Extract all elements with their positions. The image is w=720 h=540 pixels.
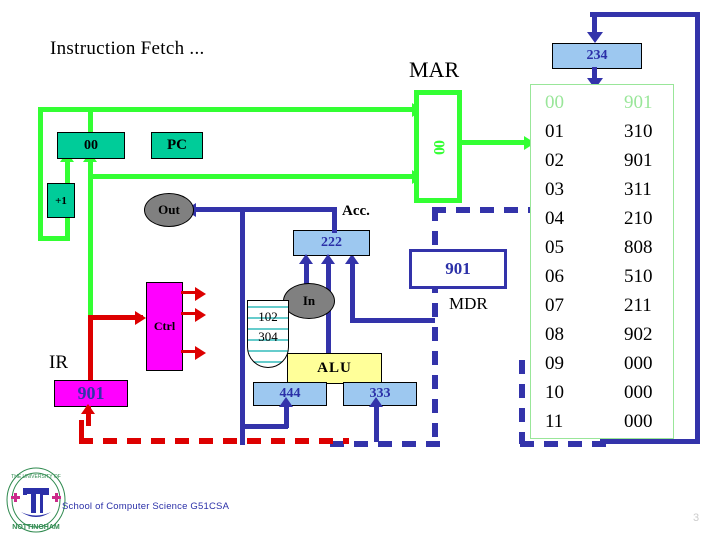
control-unit-label: Ctrl xyxy=(153,319,176,333)
memory-row-value: 901 xyxy=(624,150,653,171)
accumulator-label: Acc. xyxy=(342,203,370,219)
data-bus-bottom-right-elbow xyxy=(600,439,700,444)
control-signal-arrow-1-icon xyxy=(195,287,206,301)
logo: THE UNIVERSITY OF NOTTINGHAM xyxy=(5,466,67,534)
alu-box[interactable]: ALU xyxy=(287,353,382,384)
address-bus-top-rail xyxy=(38,107,418,112)
address-bus-second-rail xyxy=(88,174,418,179)
in-label: In xyxy=(302,293,316,308)
memory-table[interactable]: 00 901 01 310 02 901 03 311 04 210 05 808 06 510 07 211… xyxy=(530,84,674,439)
memory-row-address: 03 xyxy=(545,179,564,200)
pc-value: 00 xyxy=(84,137,98,153)
data-bus-dashed-vertical-right xyxy=(519,360,525,444)
memory-row-value: 000 xyxy=(624,353,653,374)
ir-value: 901 xyxy=(77,383,105,403)
memory-row-address: 05 xyxy=(545,237,564,258)
mdr-to-acc-vertical xyxy=(350,262,355,323)
memory-row-address: 00 xyxy=(545,92,564,113)
mar-box[interactable]: 00 xyxy=(414,90,462,203)
ir-input-arrow-icon xyxy=(81,404,95,414)
ir-to-ctrl-vertical xyxy=(88,315,93,380)
in-to-acc-arrow-icon xyxy=(299,254,313,264)
memory-row-value: 808 xyxy=(624,237,653,258)
mdr-box[interactable]: 901 xyxy=(409,249,507,289)
incrementer-label: +1 xyxy=(55,194,67,207)
input-paper: 102 304 xyxy=(247,300,289,368)
memory-row-value: 000 xyxy=(624,382,653,403)
memory-row-address: 06 xyxy=(545,266,564,287)
ir-box[interactable]: 901 xyxy=(54,380,128,407)
memory-row-value: 902 xyxy=(624,324,653,345)
university-crest-icon: THE UNIVERSITY OF NOTTINGHAM xyxy=(6,467,66,533)
memory-row-address: 10 xyxy=(545,382,564,403)
memory-row-address: 04 xyxy=(545,208,564,229)
memory-row-value: 000 xyxy=(624,411,653,432)
mar-label: MAR xyxy=(409,57,460,82)
out-label: Out xyxy=(158,202,180,217)
memory-row-address: 01 xyxy=(545,121,564,142)
memory-row-value: 210 xyxy=(624,208,653,229)
bus-value: 234 xyxy=(586,48,608,63)
alu-to-acc-arrow-icon xyxy=(321,254,335,264)
ir-to-ctrl-arrow-icon xyxy=(135,311,146,325)
bus-value-in-arrow-icon xyxy=(587,32,603,43)
in-oval[interactable]: In xyxy=(283,283,335,319)
control-signal-arrow-2-icon xyxy=(195,308,206,322)
data-bus-right-vertical xyxy=(695,12,700,444)
control-unit-box[interactable]: Ctrl xyxy=(146,282,183,371)
mdr-dashed-top-horizontal xyxy=(432,207,542,213)
memory-row-value: 211 xyxy=(624,295,652,316)
pc-label: PC xyxy=(167,137,187,153)
out-trunk-vertical xyxy=(240,207,245,445)
control-signal-arrow-3-icon xyxy=(195,346,206,360)
memory-row-address: 11 xyxy=(545,411,564,432)
bus-value-box[interactable]: 234 xyxy=(552,43,642,69)
page-number: 3 xyxy=(693,512,700,524)
incrementer-box[interactable]: +1 xyxy=(47,183,75,218)
accumulator-box[interactable]: 222 xyxy=(293,230,370,256)
acc-to-out-horizontal xyxy=(192,207,337,212)
mdr-value: 901 xyxy=(445,259,471,278)
memory-row-value: 901 xyxy=(624,92,653,113)
input-paper-line-1: 102 xyxy=(258,309,278,324)
data-bus-top-horizontal xyxy=(590,12,700,17)
footer-text: School of Computer Science G51CSA xyxy=(62,501,230,512)
memory-row-address: 07 xyxy=(545,295,564,316)
svg-text:NOTTINGHAM: NOTTINGHAM xyxy=(12,524,60,531)
memory-row-address: 08 xyxy=(545,324,564,345)
control-dashed-bottom-bus xyxy=(79,438,349,444)
address-bus-left-vertical xyxy=(38,107,43,241)
out-oval[interactable]: Out xyxy=(144,193,194,227)
alu-left-feed-elbow xyxy=(240,424,288,429)
accumulator-value: 222 xyxy=(321,235,342,250)
pc-value-box[interactable]: 00 xyxy=(57,132,125,159)
slide-canvas: Instruction Fetch ... 00 PC +1 MAR 00 23… xyxy=(0,0,720,540)
alu-left-feed-arrow-icon xyxy=(279,397,293,407)
incrementer-to-pc-line xyxy=(65,160,70,183)
mdr-dashed-vertical xyxy=(432,207,438,442)
memory-row-value: 510 xyxy=(624,266,653,287)
mdr-to-acc-horizontal xyxy=(350,318,435,323)
page-title: Instruction Fetch ... xyxy=(50,38,205,59)
in-to-acc-line xyxy=(304,262,309,284)
input-paper-line-2: 304 xyxy=(258,329,278,344)
alu-right-feed-line xyxy=(374,404,379,442)
memory-row-value: 311 xyxy=(624,179,652,200)
mar-to-memory-line xyxy=(452,140,532,145)
svg-text:THE UNIVERSITY OF: THE UNIVERSITY OF xyxy=(11,474,61,480)
alu-right-feed-arrow-icon xyxy=(369,397,383,407)
data-bus-into-234 xyxy=(592,12,597,34)
memory-row-value: 310 xyxy=(624,121,653,142)
alu-label: ALU xyxy=(317,360,352,376)
pc-label-box: PC xyxy=(151,132,203,159)
mdr-label: MDR xyxy=(449,294,488,313)
memory-row-address: 09 xyxy=(545,353,564,374)
mar-value: 00 xyxy=(430,139,447,154)
data-bus-dashed-bottom xyxy=(520,441,606,447)
ir-label: IR xyxy=(49,352,68,373)
memory-row-address: 02 xyxy=(545,150,564,171)
